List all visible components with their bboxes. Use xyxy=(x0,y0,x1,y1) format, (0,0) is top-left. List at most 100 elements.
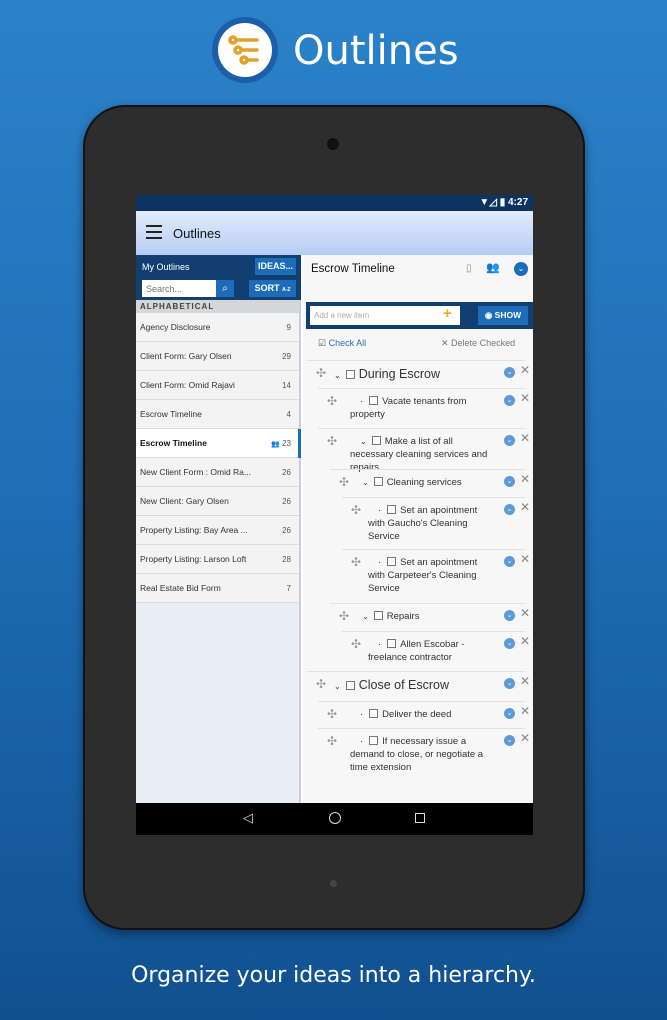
outline-name: Client Form: Omid Rajavi xyxy=(140,380,235,390)
item-count: 4 xyxy=(287,401,291,429)
checkbox[interactable] xyxy=(369,709,379,718)
outline-name: Escrow Timeline xyxy=(140,438,207,448)
item-text: Make a list of all necessary cleaning se… xyxy=(350,436,488,473)
delete-checked-label: Delete Checked xyxy=(451,338,516,348)
outline-list-item[interactable]: Escrow Timeline 4 xyxy=(136,400,299,429)
outline-item[interactable]: ✣ · If necessary issue a demand to close,… xyxy=(318,728,530,798)
expand-options-icon[interactable]: ⌄ xyxy=(504,708,515,719)
sidebar: My Outlines IDEAS... ⌕ SORT A-Z ALPHABET… xyxy=(136,255,301,835)
item-text-block: ⌄ During Escrow xyxy=(307,366,495,384)
outline-list-item[interactable]: Property Listing: Larson Loft 28 xyxy=(136,545,299,574)
add-plus-icon[interactable]: + xyxy=(443,305,452,322)
chevron-down-icon[interactable]: ⌄ xyxy=(362,612,369,621)
recents-icon[interactable] xyxy=(415,813,425,823)
item-text: Deliver the deed xyxy=(382,709,452,720)
checkbox[interactable] xyxy=(387,505,397,514)
outline-item[interactable]: ✣ ⌄ Repairs ⌄ ✕ xyxy=(330,603,530,631)
delete-checked-button[interactable]: ✕ Delete Checked xyxy=(441,338,515,349)
ideas-button[interactable]: IDEAS... xyxy=(255,258,296,275)
outline-item[interactable]: ✣ ⌄ During Escrow ⌄ ✕ xyxy=(307,360,530,388)
outline-list-item[interactable]: Property Listing: Bay Area ... 26 xyxy=(136,516,299,545)
home-icon[interactable] xyxy=(329,812,341,824)
outline-list-item[interactable]: Real Estate Bid Form 7 xyxy=(136,574,299,603)
delete-item-icon[interactable]: ✕ xyxy=(520,635,530,648)
delete-item-icon[interactable]: ✕ xyxy=(520,553,530,566)
checkbox[interactable] xyxy=(373,477,383,486)
expand-options-icon[interactable]: ⌄ xyxy=(504,435,515,446)
outline-item[interactable]: ✣ · Allen Escobar - freelance contractor … xyxy=(342,631,530,671)
checkbox[interactable] xyxy=(369,736,379,745)
hamburger-menu-icon[interactable] xyxy=(146,225,162,239)
check-all-button[interactable]: ☑ Check All xyxy=(318,338,366,349)
outline-name: Property Listing: Larson Loft xyxy=(140,554,247,564)
add-item-input[interactable]: Add a new item xyxy=(310,306,460,325)
back-icon[interactable]: ◁ xyxy=(243,810,253,826)
outline-item[interactable]: ✣ · Set an apointment with Carpeteer's Cl… xyxy=(342,549,530,603)
outline-list-item[interactable]: Agency Disclosure 9 xyxy=(136,313,299,342)
chevron-down-icon[interactable]: ⌄ xyxy=(362,478,369,487)
document-icon[interactable]: ▯ xyxy=(466,263,472,274)
delete-item-icon[interactable]: ✕ xyxy=(520,501,530,514)
chevron-down-icon[interactable]: ⌄ xyxy=(334,682,341,691)
item-text-block: · Deliver the deed xyxy=(318,708,495,721)
expand-options-icon[interactable]: ⌄ xyxy=(504,476,515,487)
item-text: Allen Escobar - freelance contractor xyxy=(368,639,465,663)
outline-item[interactable]: ✣ · Vacate tenants from property ⌄ ✕ xyxy=(318,388,530,428)
checkbox[interactable] xyxy=(387,639,397,648)
outline-item[interactable]: ✣ ⌄ Make a list of all necessary cleaning… xyxy=(318,428,530,473)
item-count: 26 xyxy=(282,517,291,545)
checkbox-icon: ☑ xyxy=(318,338,329,348)
search-input[interactable] xyxy=(142,280,216,297)
show-button[interactable]: ◉ SHOW xyxy=(478,306,528,325)
expand-options-icon[interactable]: ⌄ xyxy=(504,735,515,746)
checkbox[interactable] xyxy=(345,370,355,379)
bullet-icon: · xyxy=(360,736,364,747)
expand-options-icon[interactable]: ⌄ xyxy=(504,638,515,649)
sort-order: A-Z xyxy=(282,287,291,293)
expand-options-icon[interactable]: ⌄ xyxy=(504,395,515,406)
expand-options-icon[interactable]: ⌄ xyxy=(504,678,515,689)
item-count: 29 xyxy=(282,343,291,371)
delete-item-icon[interactable]: ✕ xyxy=(520,675,530,688)
sort-button[interactable]: SORT A-Z xyxy=(249,280,296,297)
options-dropdown-icon[interactable]: ⌄ xyxy=(514,262,528,276)
outline-item[interactable]: ✣ · Set an apointment with Gaucho's Clean… xyxy=(342,497,530,549)
outline-item[interactable]: ✣ ⌄ Close of Escrow ⌄ ✕ xyxy=(307,671,530,701)
item-text: Close of Escrow xyxy=(358,678,450,692)
expand-options-icon[interactable]: ⌄ xyxy=(504,610,515,621)
delete-item-icon[interactable]: ✕ xyxy=(520,364,530,377)
count: 26 xyxy=(282,526,291,535)
expand-options-icon[interactable]: ⌄ xyxy=(504,367,515,378)
checkbox[interactable] xyxy=(387,557,397,566)
item-count: 👥 23 xyxy=(271,430,291,459)
count: 28 xyxy=(282,555,291,564)
delete-item-icon[interactable]: ✕ xyxy=(520,473,530,486)
delete-item-icon[interactable]: ✕ xyxy=(520,392,530,405)
delete-item-icon[interactable]: ✕ xyxy=(520,705,530,718)
chevron-down-icon[interactable]: ⌄ xyxy=(360,437,367,446)
shared-icon: 👥 xyxy=(271,441,283,448)
outline-item[interactable]: ✣ · Deliver the deed ⌄ ✕ xyxy=(318,701,530,728)
outline-panel: Escrow Timeline ▯ 👥 ⌄ Add a new item + ◉… xyxy=(303,255,533,803)
checkbox[interactable] xyxy=(369,396,379,405)
outline-list-item[interactable]: New Client: Gary Olsen 26 xyxy=(136,487,299,516)
search-icon[interactable]: ⌕ xyxy=(216,280,234,297)
outline-list-item[interactable]: Client Form: Gary Olsen 29 xyxy=(136,342,299,371)
checkbox[interactable] xyxy=(373,611,383,620)
checkbox[interactable] xyxy=(371,436,381,445)
sidebar-header: My Outlines IDEAS... ⌕ SORT A-Z xyxy=(136,255,301,300)
outline-list-item[interactable]: New Client Form : Omid Ra... 26 xyxy=(136,458,299,487)
outline-item[interactable]: ✣ ⌄ Cleaning services ⌄ ✕ xyxy=(330,469,530,497)
chevron-down-icon[interactable]: ⌄ xyxy=(334,371,341,380)
clock: 4:27 xyxy=(507,197,528,208)
delete-item-icon[interactable]: ✕ xyxy=(520,607,530,620)
checkbox[interactable] xyxy=(345,681,355,690)
expand-options-icon[interactable]: ⌄ xyxy=(504,504,515,515)
delete-item-icon[interactable]: ✕ xyxy=(520,732,530,745)
item-text: Set an apointment with Gaucho's Cleaning… xyxy=(368,505,478,542)
expand-options-icon[interactable]: ⌄ xyxy=(504,556,515,567)
outline-list-item[interactable]: Escrow Timeline 👥 23 xyxy=(136,429,301,459)
share-users-icon[interactable]: 👥 xyxy=(486,261,500,274)
outline-list-item[interactable]: Client Form: Omid Rajavi 14 xyxy=(136,371,299,400)
delete-item-icon[interactable]: ✕ xyxy=(520,432,530,445)
